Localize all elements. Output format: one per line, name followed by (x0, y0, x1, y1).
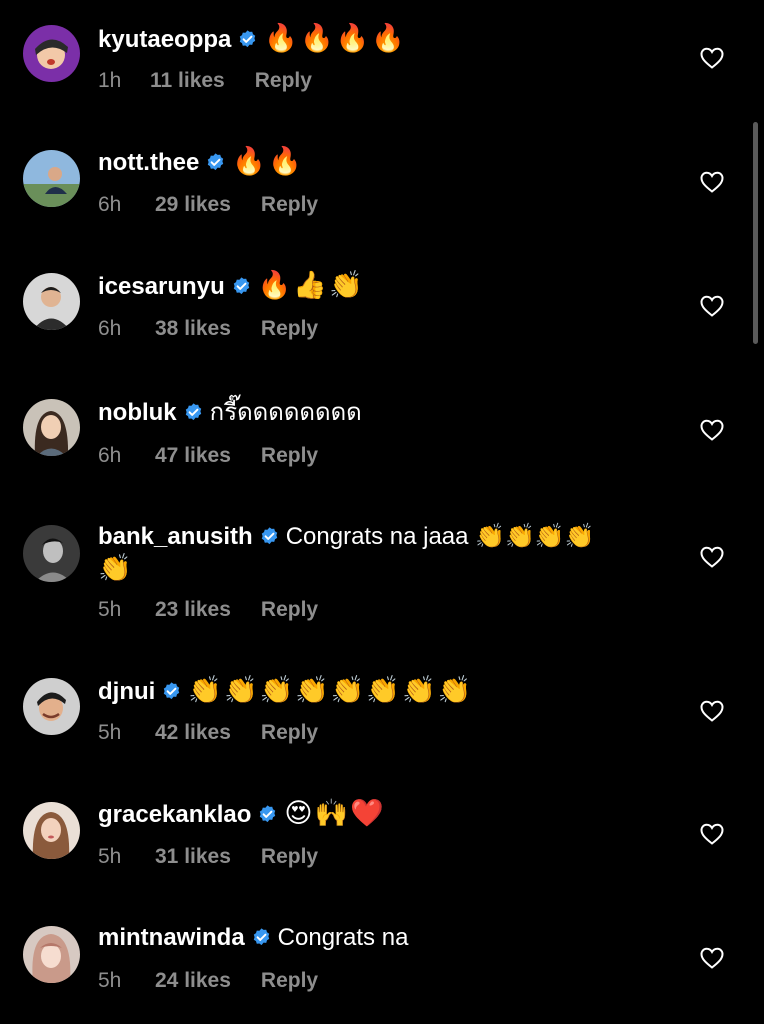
comment-meta: 6h 47 likes Reply (98, 444, 318, 468)
likes-count[interactable]: 29 likes (155, 193, 231, 217)
username[interactable]: nott.thee (98, 149, 199, 176)
verified-badge-icon (208, 153, 224, 171)
heart-outline-icon[interactable] (700, 700, 724, 722)
heart-outline-icon[interactable] (700, 419, 724, 441)
comment-time: 6h (98, 317, 122, 340)
reply-button[interactable]: Reply (261, 969, 318, 993)
comment-meta: 5h 23 likes Reply (98, 598, 318, 622)
comment-time: 6h (98, 444, 122, 467)
comment-line: kyutaeoppa 🔥🔥🔥🔥 (98, 22, 674, 56)
comment-time: 5h (98, 969, 122, 992)
comment-meta: 5h 42 likes Reply (98, 721, 318, 745)
comment-line: nobluk กรี๊ดดดดดดดด (98, 396, 674, 429)
username[interactable]: gracekanklao (98, 801, 251, 828)
reply-button[interactable]: Reply (255, 69, 312, 93)
likes-count[interactable]: 24 likes (155, 969, 231, 993)
likes-count[interactable]: 31 likes (155, 845, 231, 869)
heart-outline-icon[interactable] (700, 295, 724, 317)
comment-line: gracekanklao 😍🙌❤️ (98, 797, 674, 831)
heart-outline-icon[interactable] (700, 947, 724, 969)
likes-count[interactable]: 42 likes (155, 721, 231, 745)
comment-meta: 1h 11 likes Reply (98, 69, 312, 93)
verified-badge-icon (164, 682, 180, 700)
comment-line: icesarunyu 🔥👍👏 (98, 269, 674, 303)
comment-time: 5h (98, 721, 122, 744)
username[interactable]: icesarunyu (98, 273, 225, 300)
comment-meta: 5h 24 likes Reply (98, 969, 318, 993)
avatar[interactable] (23, 150, 80, 207)
avatar[interactable] (23, 525, 80, 582)
verified-badge-icon (240, 30, 256, 48)
reply-button[interactable]: Reply (261, 317, 318, 341)
reply-button[interactable]: Reply (261, 444, 318, 468)
comment-meta: 6h 38 likes Reply (98, 317, 318, 341)
comment-time: 6h (98, 193, 122, 216)
likes-count[interactable]: 23 likes (155, 598, 231, 622)
comment-text-continuation: 👏 (98, 553, 134, 583)
comment-line: bank_anusith Congrats na jaaa 👏👏👏👏 (98, 520, 674, 553)
username[interactable]: kyutaeoppa (98, 26, 231, 53)
reply-button[interactable]: Reply (261, 721, 318, 745)
comment-text: Congrats na jaaa 👏👏👏👏 (285, 523, 595, 550)
avatar[interactable] (23, 926, 80, 983)
verified-badge-icon (233, 277, 249, 295)
comment-line: mintnawinda Congrats na (98, 921, 674, 954)
avatar[interactable] (23, 25, 80, 82)
verified-badge-icon (253, 928, 269, 946)
username[interactable]: nobluk (98, 399, 177, 426)
likes-count[interactable]: 11 likes (150, 69, 225, 93)
comment-text: กรี๊ดดดดดดดด (209, 399, 362, 426)
username[interactable]: djnui (98, 678, 155, 705)
heart-outline-icon[interactable] (700, 546, 724, 568)
heart-outline-icon[interactable] (700, 47, 724, 69)
comment-text: 🔥👍👏 (257, 270, 365, 300)
verified-badge-icon (261, 527, 277, 545)
username[interactable]: bank_anusith (98, 523, 253, 550)
verified-badge-icon (260, 805, 276, 823)
comment-meta: 5h 31 likes Reply (98, 845, 318, 869)
likes-count[interactable]: 38 likes (155, 317, 231, 341)
comment-text: 🔥🔥🔥🔥 (264, 23, 407, 53)
heart-outline-icon[interactable] (700, 171, 724, 193)
reply-button[interactable]: Reply (261, 193, 318, 217)
comment-line: nott.thee 🔥🔥 (98, 145, 674, 179)
reply-button[interactable]: Reply (261, 598, 318, 622)
comment-time: 5h (98, 598, 122, 621)
comment-line: djnui 👏👏👏👏👏👏👏👏 (98, 674, 674, 708)
comment-text: 🔥🔥 (232, 146, 304, 176)
avatar[interactable] (23, 399, 80, 456)
comment-text: Congrats na (277, 924, 409, 951)
comment-meta: 6h 29 likes Reply (98, 193, 318, 217)
reply-button[interactable]: Reply (261, 845, 318, 869)
username[interactable]: mintnawinda (98, 924, 245, 951)
scrollbar[interactable] (753, 122, 758, 344)
avatar[interactable] (23, 678, 80, 735)
avatar[interactable] (23, 802, 80, 859)
likes-count[interactable]: 47 likes (155, 444, 231, 468)
comment-time: 5h (98, 845, 122, 868)
comment-text: 😍🙌❤️ (284, 798, 386, 828)
verified-badge-icon (185, 403, 201, 421)
avatar[interactable] (23, 273, 80, 330)
comment-text: 👏👏👏👏👏👏👏👏 (188, 675, 474, 705)
heart-outline-icon[interactable] (700, 823, 724, 845)
comment-time: 1h (98, 69, 122, 92)
